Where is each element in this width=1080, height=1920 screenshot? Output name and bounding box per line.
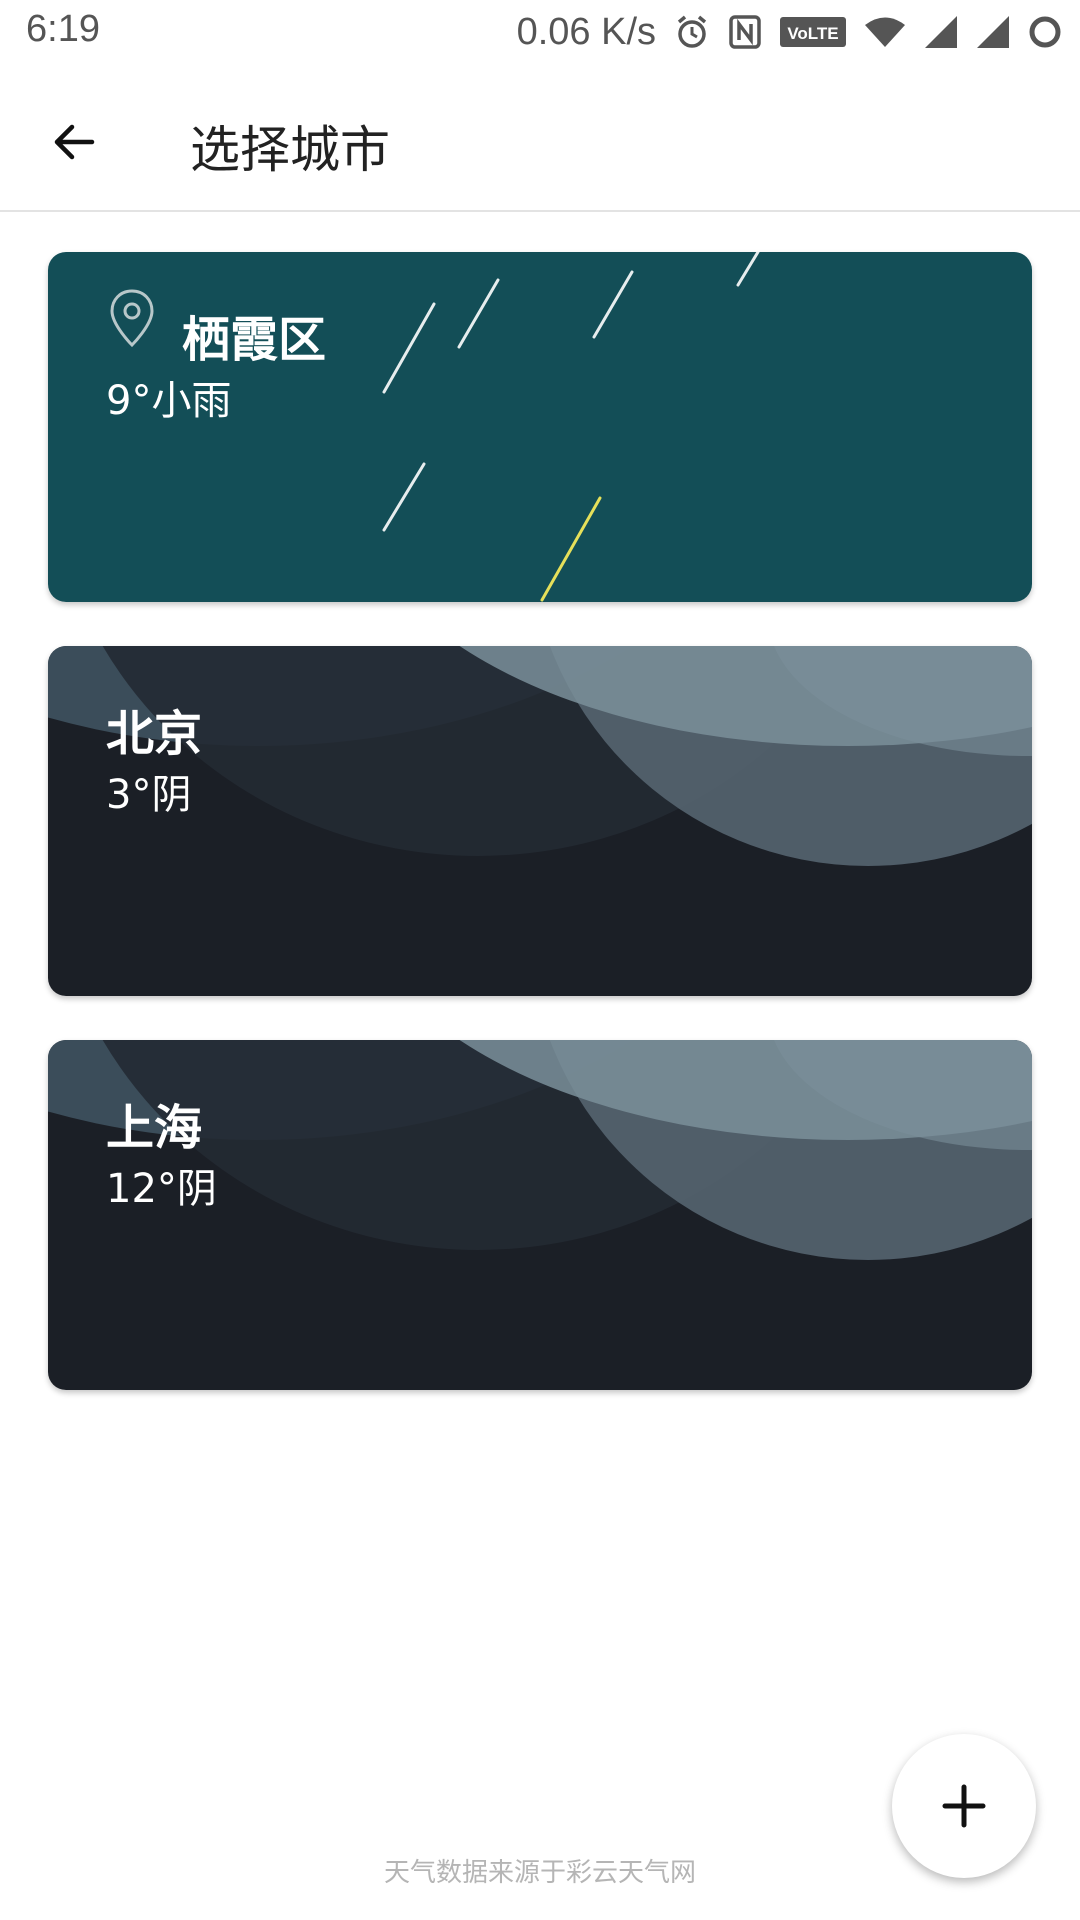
alarm-icon	[677, 15, 707, 48]
city-name: 北京	[106, 706, 203, 762]
status-time: 6:19	[26, 8, 100, 50]
loading-icon	[1029, 16, 1061, 48]
wifi-icon	[865, 17, 905, 47]
back-button[interactable]	[34, 102, 114, 182]
city-card[interactable]: 栖霞区 9°小雨	[48, 252, 1032, 602]
signal-icon	[925, 16, 957, 48]
city-weather: 12°阴	[106, 1166, 217, 1212]
arrow-left-icon	[54, 124, 95, 160]
page-title: 选择城市	[190, 121, 390, 179]
city-card[interactable]: 上海 12°阴	[48, 1040, 1032, 1390]
network-speed: 0.06 K/s	[516, 10, 656, 53]
city-weather: 3°阴	[106, 772, 192, 818]
city-name: 栖霞区	[182, 312, 327, 368]
status-bar: 6:19 0.06 K/s VoLTE	[0, 0, 1080, 64]
svg-text:VoLTE: VoLTE	[787, 24, 838, 43]
data-source-note: 天气数据来源于彩云天气网	[383, 1858, 696, 1888]
city-card[interactable]: 北京 3°阴	[48, 646, 1032, 996]
status-icons: 0.06 K/s VoLTE	[517, 6, 1062, 58]
city-name: 上海	[106, 1100, 203, 1156]
signal-icon	[977, 16, 1009, 48]
location-pin-icon	[110, 289, 154, 348]
city-weather: 9°小雨	[106, 378, 232, 424]
nfc-icon	[729, 15, 761, 49]
volte-icon: VoLTE	[780, 17, 846, 47]
plus-icon	[942, 1784, 986, 1828]
app-bar: 选择城市	[0, 64, 1080, 212]
